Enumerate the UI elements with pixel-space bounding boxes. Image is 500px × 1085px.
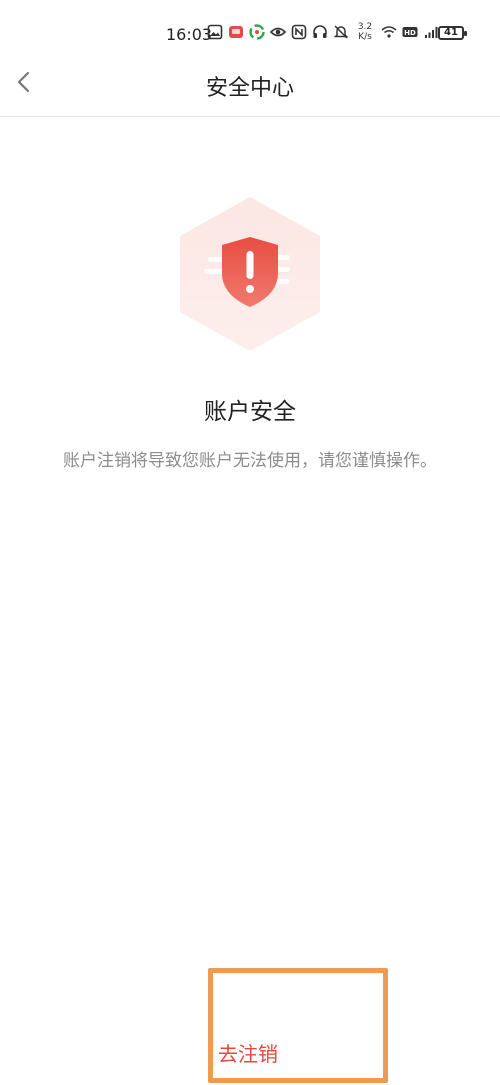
svg-text:HD: HD bbox=[404, 29, 416, 37]
net-speed-unit: K/s bbox=[358, 32, 372, 42]
net-speed: 3.2 K/s bbox=[354, 22, 376, 42]
net-speed-value: 3.2 bbox=[357, 22, 373, 32]
warning-text: 账户注销将导致您账户无法使用，请您谨慎操作。 bbox=[63, 451, 437, 471]
eye-icon bbox=[270, 27, 286, 37]
sync-icon bbox=[249, 24, 265, 40]
nfc-icon bbox=[291, 24, 307, 40]
gallery-icon bbox=[207, 24, 223, 40]
shield-warning-icon bbox=[180, 197, 320, 351]
status-time: 16:03 bbox=[166, 25, 213, 44]
mute-icon bbox=[333, 25, 349, 39]
wifi-icon bbox=[381, 26, 397, 38]
cancel-account-button[interactable]: 去注销 bbox=[218, 1038, 278, 1067]
battery-indicator: 41 bbox=[438, 26, 467, 40]
status-icons: 3.2 K/s HD bbox=[207, 22, 439, 42]
section-title: 账户安全 bbox=[204, 399, 296, 425]
app-badge-icon bbox=[229, 26, 243, 38]
page-title: 安全中心 bbox=[205, 76, 294, 101]
hd-icon: HD bbox=[402, 27, 418, 37]
headphone-icon bbox=[313, 25, 327, 38]
header: 安全中心 bbox=[0, 62, 500, 117]
status-bar: 16:03 3.2 K/s HD 41 bbox=[0, 0, 500, 62]
signal-icon bbox=[425, 27, 438, 38]
